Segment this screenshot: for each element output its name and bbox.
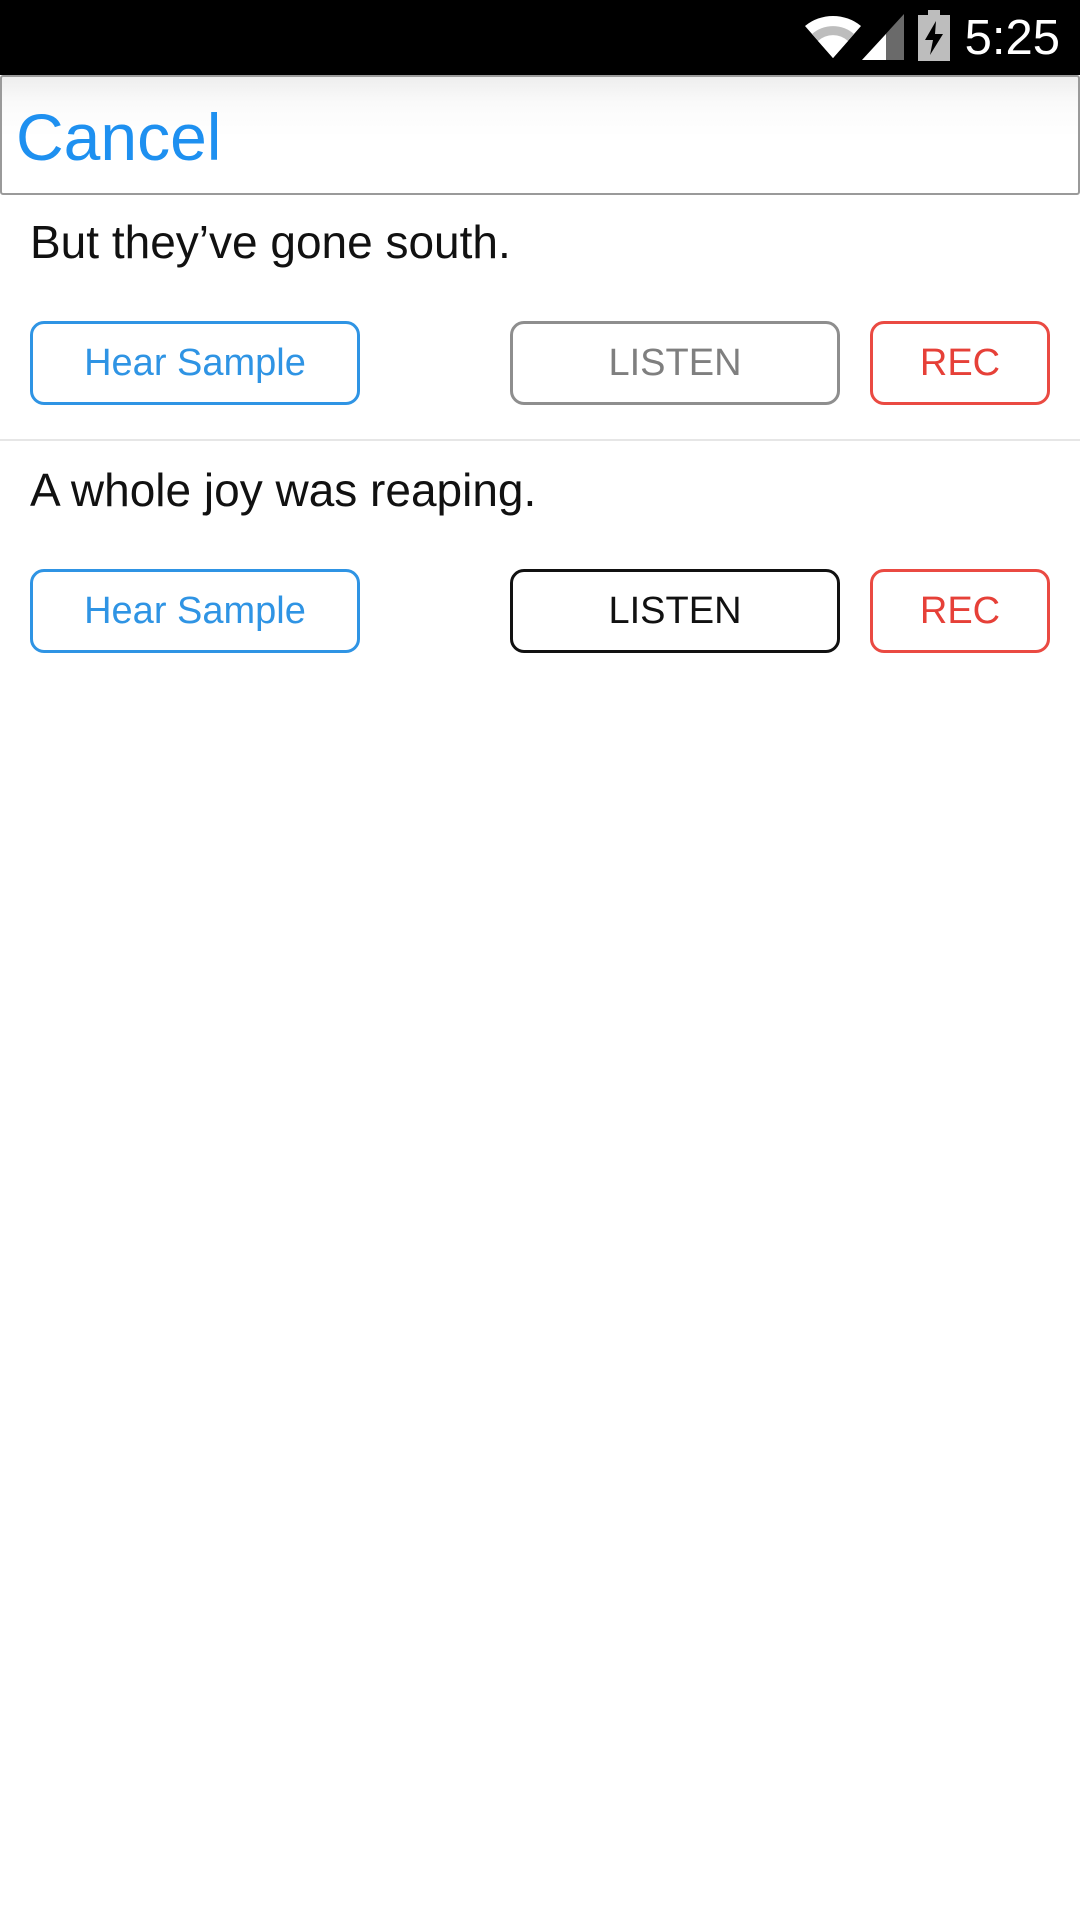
hear-sample-button[interactable]: Hear Sample <box>30 569 360 653</box>
wifi-icon <box>805 15 861 58</box>
record-button[interactable]: REC <box>870 321 1050 405</box>
status-clock: 5:25 <box>964 11 1060 65</box>
cancel-button[interactable]: Cancel <box>16 99 221 175</box>
phrase-text: A whole joy was reaping. <box>30 464 537 516</box>
battery-charging-icon <box>918 10 950 61</box>
listen-button[interactable]: LISTEN <box>510 569 840 653</box>
phrase-row: But they’ve gone south. Hear Sample LIST… <box>0 193 1080 441</box>
status-bar: 5:25 <box>0 0 1080 75</box>
cellular-signal-icon <box>862 14 904 60</box>
hear-sample-button[interactable]: Hear Sample <box>30 321 360 405</box>
phrase-text: But they’ve gone south. <box>30 216 511 268</box>
record-button[interactable]: REC <box>870 569 1050 653</box>
listen-button[interactable]: LISTEN <box>510 321 840 405</box>
top-bar: Cancel <box>0 75 1080 195</box>
phrase-row: A whole joy was reaping. Hear Sample LIS… <box>0 441 1080 687</box>
